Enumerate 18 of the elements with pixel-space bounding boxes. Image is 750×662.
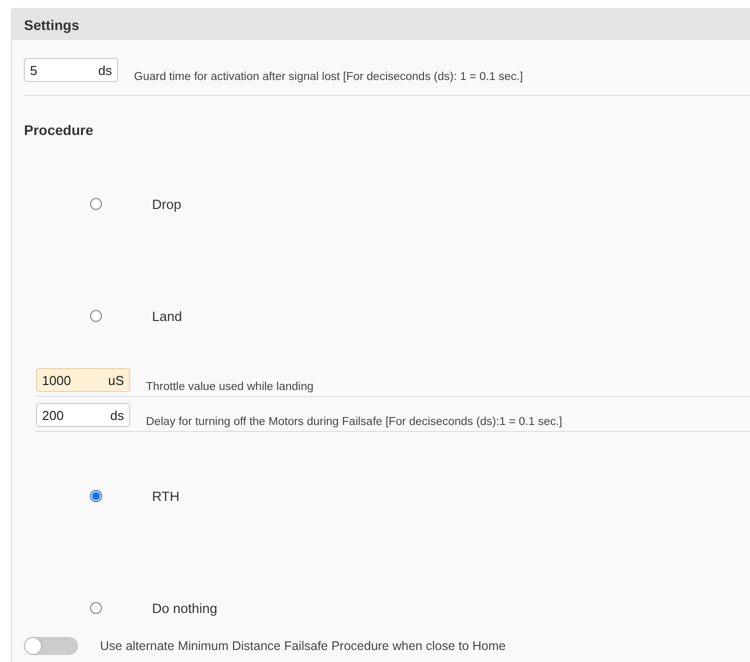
radio-button[interactable]	[90, 310, 102, 322]
option-label: Do nothing	[152, 600, 218, 616]
field-description: Throttle value used while landing	[146, 381, 314, 393]
option-label: Drop	[152, 196, 182, 212]
number-field[interactable]: 200 ds	[36, 403, 130, 427]
option-label: Land	[152, 308, 182, 324]
toggle-switch[interactable]	[24, 637, 78, 655]
field-description: Guard time for activation after signal lost [For deciseconds (ds): 1 = 0.1 sec.]	[134, 71, 523, 83]
toggle-label: Use alternate Minimum Distance Failsafe Procedure when close to Home	[100, 639, 506, 653]
radio-button[interactable]	[90, 602, 102, 614]
radio-button[interactable]	[90, 490, 102, 502]
number-field[interactable]: 5 ds	[24, 58, 118, 82]
radio-button[interactable]	[90, 198, 102, 210]
panel-title: Settings	[24, 16, 80, 32]
number-field[interactable]: 1000 uS	[36, 368, 130, 392]
option-label: RTH	[152, 488, 180, 504]
section-heading: Procedure	[24, 121, 94, 140]
field-description: Delay for turning off the Motors during Failsafe [For deciseconds (ds):1 = 0.1 sec.]	[146, 416, 562, 428]
